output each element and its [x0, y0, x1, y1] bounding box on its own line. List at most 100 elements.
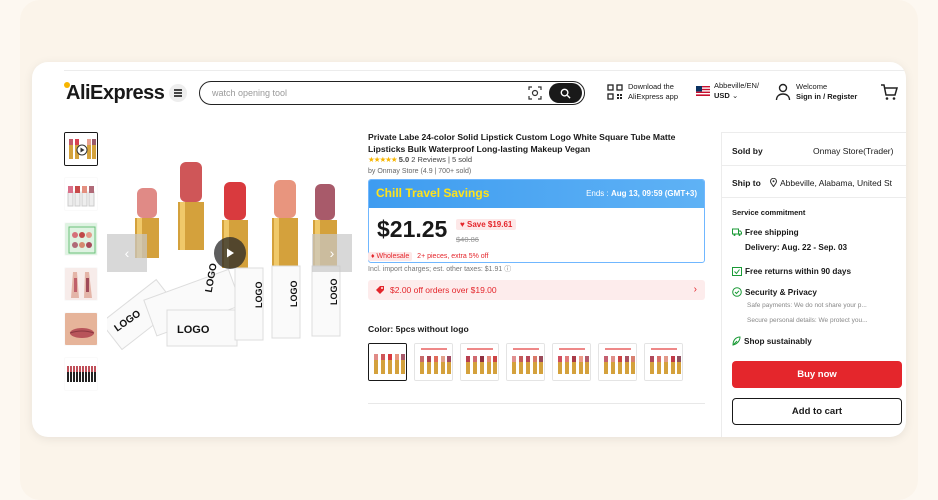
- ship-to-label: Ship to: [732, 178, 761, 188]
- image-search-icon[interactable]: [528, 86, 542, 100]
- panel-divider: [722, 197, 906, 198]
- deal-banner: Chill Travel Savings Ends : Aug 13, 09:5…: [369, 180, 704, 208]
- rating-row: ★★★★★ 5.0 2 Reviews | 5 sold: [368, 155, 472, 164]
- chevron-left-icon: ‹: [124, 245, 130, 261]
- service-commitment-heading: Service commitment: [732, 208, 806, 217]
- color-swatch-2[interactable]: [414, 343, 453, 381]
- account-menu[interactable]: Welcome Sign in / Register: [796, 82, 857, 102]
- shop-sustainably-label: Shop sustainably: [744, 337, 812, 346]
- wholesale-tag-label: Wholesale: [376, 253, 410, 260]
- safe-payments-text: Safe payments: We do not share your p...: [747, 302, 867, 309]
- color-label: Color: 5pcs without logo: [368, 324, 469, 334]
- sign-in-register-link[interactable]: Sign in / Register: [796, 92, 857, 101]
- thumbnail-6[interactable]: [64, 357, 98, 391]
- buy-now-button[interactable]: Buy now: [732, 361, 902, 388]
- location-pin-icon: [769, 177, 778, 188]
- reviews-link[interactable]: 2 Reviews: [411, 155, 446, 164]
- coupon-bar[interactable]: $2.00 off orders over $19.00 ›: [368, 280, 705, 300]
- add-to-cart-button[interactable]: Add to cart: [732, 398, 902, 425]
- color-swatch-5[interactable]: [552, 343, 591, 381]
- header: AliExpress Download the A: [32, 62, 906, 120]
- tax-text: Incl. import charges; est. other taxes: …: [368, 266, 503, 273]
- chevron-right-icon: ›: [329, 245, 335, 261]
- returns-icon: [732, 267, 742, 276]
- download-line1: Download the: [628, 82, 674, 91]
- original-price: $40.86: [456, 235, 479, 244]
- tax-info: Incl. import charges; est. other taxes: …: [368, 264, 511, 274]
- wholesale-row: ♦ Wholesale 2+ pieces, extra 5% off: [368, 252, 488, 261]
- search-input[interactable]: [212, 85, 512, 101]
- image-logo-text-6: LOGO: [329, 279, 339, 306]
- deal-box: Chill Travel Savings Ends : Aug 13, 09:5…: [368, 179, 705, 263]
- welcome-text: Welcome: [796, 82, 828, 91]
- logo-dot: [64, 82, 70, 88]
- cart-icon[interactable]: [880, 83, 898, 101]
- color-swatch-3[interactable]: [460, 343, 499, 381]
- store-line[interactable]: by Onmay Store (4.9 | 700+ sold): [368, 168, 471, 175]
- us-flag-icon: [696, 86, 710, 96]
- panel-divider: [722, 165, 906, 166]
- sold-by-store-link[interactable]: Onmay Store(Trader): [813, 146, 893, 156]
- deal-ends: Ends : Aug 13, 09:59 (GMT+3): [586, 189, 697, 198]
- wholesale-text: 2+ pieces, extra 5% off: [417, 253, 489, 260]
- previous-image-button[interactable]: ‹: [107, 234, 147, 272]
- image-logo-text-5: LOGO: [289, 281, 299, 308]
- free-shipping-label: Free shipping: [745, 228, 799, 237]
- play-video-button[interactable]: [214, 237, 246, 269]
- ship-to-value: Abbeville, Alabama, United St: [780, 178, 892, 188]
- ship-to-selector[interactable]: Abbeville, Alabama, United St: [769, 177, 892, 188]
- security-privacy-label: Security & Privacy: [745, 288, 817, 297]
- download-app-link[interactable]: Download the AliExpress app: [628, 82, 678, 102]
- locale-selector[interactable]: Abbeville/EN/ USD ⌄: [714, 81, 759, 101]
- secure-details-text: Secure personal details: We protect you.…: [747, 317, 868, 324]
- coupon-text: $2.00 off orders over $19.00: [390, 285, 497, 295]
- chevron-down-icon: ⌄: [731, 91, 739, 100]
- deal-ends-value: Aug 13, 09:59 (GMT+3): [610, 189, 697, 198]
- info-icon[interactable]: ⓘ: [504, 266, 511, 273]
- free-shipping: Free shipping: [732, 228, 799, 237]
- thumbnail-3[interactable]: [64, 222, 98, 256]
- chevron-right-icon: ›: [693, 284, 697, 295]
- star-rating-icon: ★★★★★: [368, 155, 398, 164]
- coupon-tag-icon: [376, 286, 384, 294]
- purchase-panel: Sold by Onmay Store(Trader) Ship to Abbe…: [721, 132, 906, 437]
- thumbnail-5[interactable]: [64, 312, 98, 346]
- deal-name: Chill Travel Savings: [376, 186, 490, 200]
- download-line2: AliExpress app: [628, 92, 679, 101]
- image-logo-text-3: LOGO: [177, 324, 210, 336]
- search-icon: [560, 88, 571, 99]
- color-swatch-6[interactable]: [598, 343, 637, 381]
- aliexpress-logo[interactable]: AliExpress: [64, 82, 165, 105]
- currency: USD: [714, 91, 730, 100]
- image-logo-text-4: LOGO: [254, 282, 264, 309]
- next-image-button[interactable]: ›: [312, 234, 352, 272]
- free-returns: Free returns within 90 days: [732, 267, 851, 276]
- rating-value: 5.0: [398, 155, 410, 164]
- user-icon[interactable]: [775, 83, 791, 101]
- color-swatch-list: [368, 343, 683, 381]
- search-button[interactable]: [549, 83, 582, 103]
- leaf-icon: [732, 336, 741, 346]
- color-swatch-7[interactable]: [644, 343, 683, 381]
- thumbnail-2[interactable]: [64, 177, 98, 211]
- thumbnail-4[interactable]: [64, 267, 98, 301]
- content-divider: [368, 403, 705, 404]
- thumbnail-list: [64, 132, 100, 402]
- free-returns-label: Free returns within 90 days: [745, 267, 852, 276]
- wholesale-tag: ♦ Wholesale: [368, 252, 413, 261]
- security-privacy: Security & Privacy: [732, 287, 817, 297]
- screenshot-card: AliExpress Download the A: [32, 62, 906, 437]
- qr-code-icon[interactable]: [607, 84, 623, 100]
- truck-icon: [732, 228, 742, 236]
- color-swatch-4[interactable]: [506, 343, 545, 381]
- color-swatch-1[interactable]: [368, 343, 407, 381]
- sold-count: 5 sold: [451, 155, 472, 164]
- thumbnail-video[interactable]: [64, 132, 98, 166]
- deal-ends-label: Ends :: [586, 189, 611, 198]
- shop-sustainably[interactable]: Shop sustainably: [732, 336, 812, 346]
- play-icon: [227, 248, 234, 258]
- header-divider: [64, 70, 906, 71]
- product-title: Private Labe 24-color Solid Lipstick Cus…: [368, 132, 676, 154]
- search-bar: [199, 81, 585, 105]
- categories-menu-button[interactable]: [169, 84, 187, 102]
